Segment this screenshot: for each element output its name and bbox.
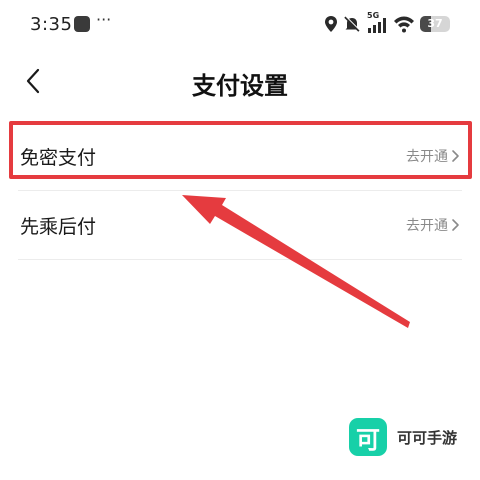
network-type-badge: 5G	[366, 11, 388, 34]
page-title: 支付设置	[192, 72, 288, 100]
location-icon	[325, 16, 337, 32]
setting-action[interactable]: 去开通	[406, 146, 462, 166]
wifi-icon	[394, 16, 414, 33]
chevron-right-icon	[452, 219, 459, 231]
setting-row-ride-now-pay-later[interactable]: 先乘后付 去开通	[18, 191, 462, 260]
navigation-bar: 支付设置	[0, 56, 480, 106]
watermark-logo: 可	[349, 418, 387, 456]
setting-action-text: 去开通	[406, 218, 448, 234]
cellular-signal-icon	[368, 18, 386, 33]
mute-icon	[344, 15, 361, 32]
setting-action-text: 去开通	[406, 149, 448, 165]
setting-action[interactable]: 去开通	[406, 215, 462, 235]
setting-label: 免密支付	[20, 146, 97, 169]
status-icons: 5G 37	[324, 11, 450, 36]
status-bar: 3:35 ··· 5G 37	[0, 0, 480, 50]
watermark: 可 可可手游	[349, 418, 457, 456]
settings-list: 免密支付 去开通 先乘后付 去开通	[18, 122, 462, 260]
more-notifications-indicator: ···	[96, 10, 112, 29]
watermark-text: 可可手游	[397, 428, 458, 447]
chevron-right-icon	[452, 150, 459, 162]
setting-row-password-free-payment[interactable]: 免密支付 去开通	[18, 122, 462, 191]
battery-level: 37	[427, 17, 443, 30]
app-notification-icon	[74, 16, 90, 32]
setting-label: 先乘后付	[20, 215, 97, 238]
status-time: 3:35	[30, 14, 73, 35]
battery-icon: 37	[420, 16, 450, 32]
